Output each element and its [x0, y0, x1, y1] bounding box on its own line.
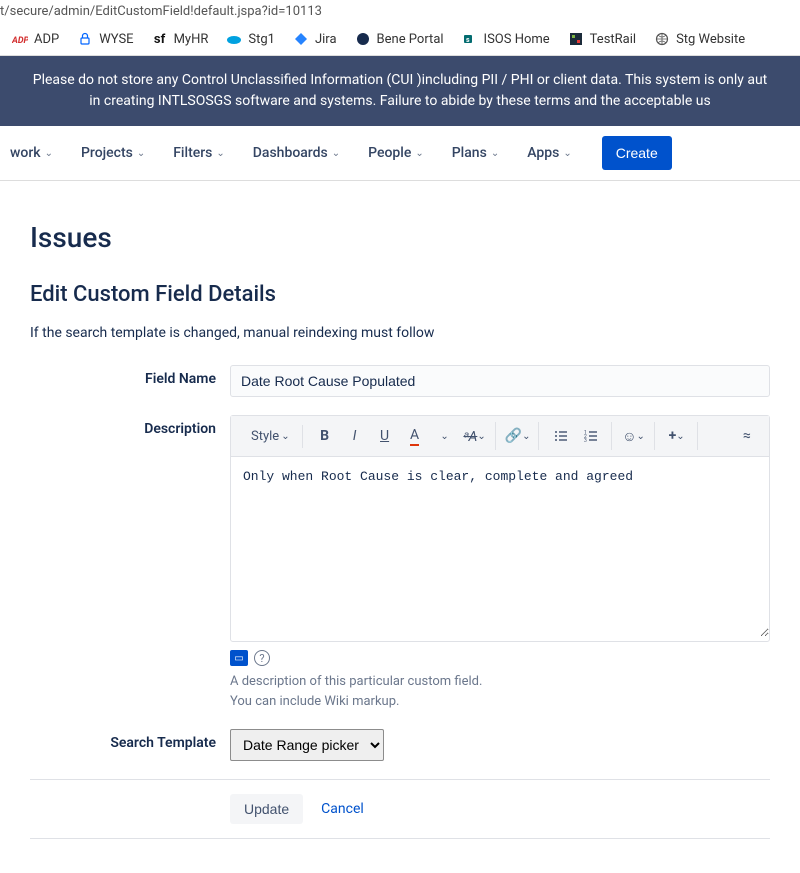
divider-bottom [30, 838, 770, 839]
url-bar: t/secure/admin/EditCustomField!default.j… [0, 0, 800, 23]
cancel-link[interactable]: Cancel [321, 801, 364, 817]
rich-text-editor: Style⌄ B I U A ⌄ ᵃA⌄ 🔗⌄ [230, 415, 770, 642]
description-row: Description Style⌄ B I U A ⌄ ᵃA⌄ [30, 415, 770, 711]
cloud-icon [226, 31, 242, 47]
bookmark-bene[interactable]: Bene Portal [355, 31, 444, 47]
style-dropdown[interactable]: Style⌄ [245, 425, 296, 448]
testrail-icon [568, 31, 584, 47]
attachment-icon[interactable]: ▭ [230, 650, 248, 666]
chevron-down-icon: ⌄ [332, 148, 340, 159]
chevron-down-icon: ⌄ [137, 148, 145, 159]
description-textarea[interactable]: Only when Root Cause is clear, complete … [231, 457, 769, 637]
field-name-input[interactable] [230, 365, 770, 397]
chevron-down-icon: ⌄ [563, 148, 571, 159]
create-button[interactable]: Create [602, 136, 672, 170]
nav-plans[interactable]: Plans⌄ [442, 139, 509, 167]
nav-filters[interactable]: Filters⌄ [163, 139, 235, 167]
update-button[interactable]: Update [230, 794, 303, 824]
svg-text:ADP: ADP [12, 36, 28, 44]
content-area: Issues Edit Custom Field Details If the … [0, 181, 800, 873]
editor-footer: ▭ ? [230, 650, 770, 666]
description-label: Description [30, 415, 230, 437]
svg-text:s: s [466, 36, 470, 44]
field-name-label: Field Name [30, 365, 230, 387]
nav-people[interactable]: People⌄ [358, 139, 434, 167]
jira-icon [293, 31, 309, 47]
italic-icon[interactable]: I [341, 422, 369, 450]
sf-icon: sf [152, 31, 168, 47]
number-list-icon[interactable]: 123 [577, 422, 605, 450]
help-icon[interactable]: ? [254, 650, 270, 666]
search-template-select[interactable]: Date Range picker [230, 729, 384, 761]
nav-work[interactable]: work⌄ [0, 139, 63, 167]
bookmarks-bar: ADP ADP WYSE sf MyHR Stg1 Jira Bene Port… [0, 23, 800, 56]
lock-icon [77, 31, 93, 47]
description-hint: A description of this particular custom … [230, 672, 770, 711]
bookmark-isos[interactable]: s ISOS Home [462, 31, 550, 47]
globe-icon [654, 31, 670, 47]
bookmark-stgweb[interactable]: Stg Website [654, 31, 745, 47]
circle-icon [355, 31, 371, 47]
search-template-row: Search Template Date Range picker [30, 729, 770, 761]
chevron-down-icon: ⌄ [45, 148, 53, 159]
bookmark-adp[interactable]: ADP ADP [12, 31, 59, 47]
section-title: Edit Custom Field Details [30, 282, 770, 307]
bookmark-myhr[interactable]: sf MyHR [152, 31, 209, 47]
emoji-icon[interactable]: ☺⌄ [620, 422, 648, 450]
svg-text:3: 3 [584, 438, 587, 443]
link-icon[interactable]: 🔗⌄ [504, 422, 532, 450]
chevron-down-icon: ⌄ [216, 148, 224, 159]
bookmark-stg1[interactable]: Stg1 [226, 31, 275, 47]
text-color-icon[interactable]: A [401, 422, 429, 450]
bookmark-wyse[interactable]: WYSE [77, 31, 133, 47]
editor-toolbar: Style⌄ B I U A ⌄ ᵃA⌄ 🔗⌄ [231, 416, 769, 457]
top-nav: work⌄ Projects⌄ Filters⌄ Dashboards⌄ Peo… [0, 126, 800, 181]
collapse-toolbar-icon[interactable]: ≈ [733, 422, 761, 450]
clear-format-icon[interactable]: ᵃA⌄ [461, 422, 489, 450]
reindex-warning: If the search template is changed, manua… [30, 325, 770, 341]
search-template-label: Search Template [30, 729, 230, 751]
bullet-list-icon[interactable] [547, 422, 575, 450]
chevron-down-icon: ⌄ [415, 148, 423, 159]
nav-projects[interactable]: Projects⌄ [71, 139, 155, 167]
chevron-down-icon: ⌄ [491, 148, 499, 159]
warning-banner: Please do not store any Control Unclassi… [0, 56, 800, 126]
nav-apps[interactable]: Apps⌄ [517, 139, 582, 167]
adp-icon: ADP [12, 31, 28, 47]
sharepoint-icon: s [462, 31, 478, 47]
form-actions: Update Cancel [30, 794, 770, 824]
nav-dashboards[interactable]: Dashboards⌄ [243, 139, 350, 167]
insert-icon[interactable]: +⌄ [663, 422, 691, 450]
bold-icon[interactable]: B [311, 422, 339, 450]
divider [30, 779, 770, 780]
bookmark-testrail[interactable]: TestRail [568, 31, 636, 47]
bookmark-jira[interactable]: Jira [293, 31, 337, 47]
field-name-row: Field Name [30, 365, 770, 397]
more-format-icon[interactable]: ⌄ [431, 422, 459, 450]
page-title: Issues [30, 221, 770, 254]
underline-icon[interactable]: U [371, 422, 399, 450]
